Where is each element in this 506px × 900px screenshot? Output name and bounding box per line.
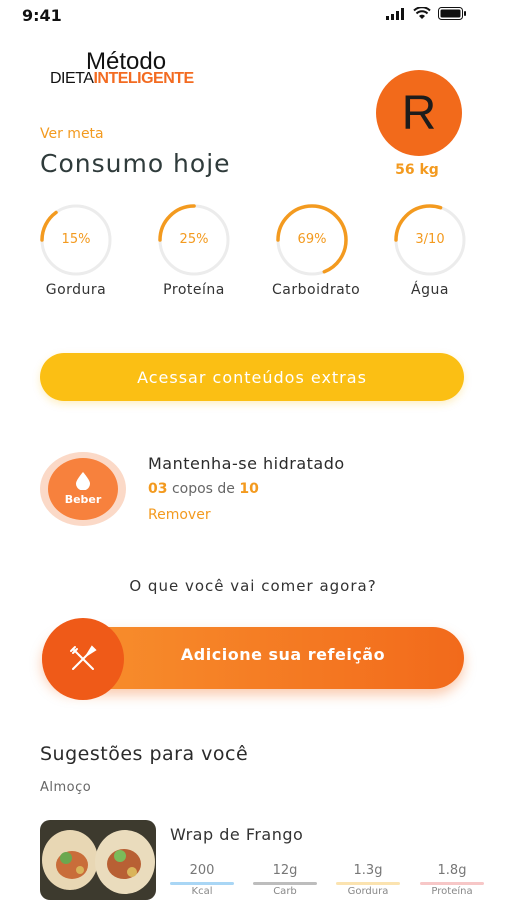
- battery-icon: [438, 7, 466, 20]
- cutlery-icon: [70, 645, 97, 670]
- nutrient-value: 1.3g: [353, 863, 383, 878]
- status-icons: [386, 7, 466, 20]
- wifi-icon: [413, 7, 431, 19]
- macro-value: 25%: [179, 232, 209, 247]
- macro-ring: 3/10: [394, 204, 466, 276]
- ver-meta-link[interactable]: Ver meta: [40, 126, 104, 142]
- macro-ring: 15%: [40, 204, 112, 276]
- nutrient-label: Kcal: [191, 886, 213, 897]
- macro-3: 69% Carboidrato: [272, 204, 361, 298]
- hydration-count: 03 copos de 10: [148, 481, 259, 497]
- macro-1: 15% Gordura: [36, 204, 116, 298]
- macro-ring: 25%: [158, 204, 230, 276]
- nutrient-bar: [420, 882, 484, 885]
- extras-button[interactable]: Acessar conteúdos extras: [40, 353, 464, 401]
- add-meal-label: Adicione sua refeição: [180, 645, 386, 664]
- macro-2: 25% Proteína: [154, 204, 234, 298]
- nutrient-4: 1.8g Proteína: [420, 863, 484, 897]
- macro-label: Carboidrato: [272, 282, 361, 298]
- water-drop-icon: [76, 472, 90, 490]
- hydration-title: Mantenha-se hidratado: [148, 454, 345, 473]
- macro-label: Água: [411, 282, 449, 298]
- nutrient-1: 200 Kcal: [170, 863, 234, 897]
- signal-icon: [386, 7, 404, 20]
- macro-value: 15%: [61, 232, 91, 247]
- macro-value: 3/10: [415, 232, 445, 247]
- nutrient-bar: [336, 882, 400, 885]
- macro-label: Proteína: [163, 282, 225, 298]
- nutrient-label: Proteína: [431, 886, 473, 897]
- nutrient-3: 1.3g Gordura: [336, 863, 400, 897]
- drink-button[interactable]: Beber: [48, 458, 118, 520]
- avatar[interactable]: R: [376, 70, 462, 156]
- suggestions-title: Sugestões para você: [40, 743, 249, 765]
- meal-question: O que você vai comer agora?: [129, 577, 377, 595]
- nutrient-label: Gordura: [347, 886, 389, 897]
- food-name[interactable]: Wrap de Frango: [170, 825, 303, 844]
- nutrient-2: 12g Carb: [253, 863, 317, 897]
- weight-value: 56 kg: [395, 162, 439, 178]
- remove-link[interactable]: Remover: [148, 507, 211, 523]
- add-meal-icon-circle[interactable]: [42, 618, 124, 700]
- nutrient-bar: [253, 882, 317, 885]
- macro-4: 3/10 Água: [390, 204, 470, 298]
- page-title: Consumo hoje: [40, 149, 231, 178]
- nutrient-bar: [170, 882, 234, 885]
- food-image[interactable]: [40, 820, 156, 900]
- nutrient-label: Carb: [273, 886, 297, 897]
- macro-ring: 69%: [276, 204, 348, 276]
- macro-label: Gordura: [45, 282, 107, 298]
- suggestions-subtitle: Almoço: [40, 780, 92, 795]
- macro-value: 69%: [297, 232, 327, 247]
- logo-subtitle: DIETAINTELIGENTE: [50, 70, 194, 87]
- nutrient-value: 1.8g: [437, 863, 467, 878]
- nutrient-value: 200: [189, 863, 215, 878]
- drink-label: Beber: [64, 493, 102, 506]
- nutrient-value: 12g: [272, 863, 298, 878]
- status-time: 9:41: [22, 6, 62, 25]
